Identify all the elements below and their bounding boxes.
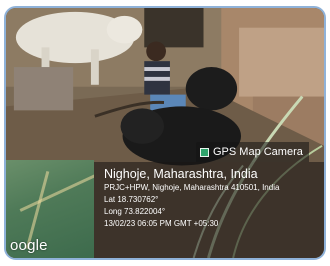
address-line: PRJC+HPW, Nighoje, Maharashtra 410501, I… (104, 183, 280, 192)
gps-map-camera-badge: GPS Map Camera (196, 142, 309, 162)
datetime: 13/02/23 06:05 PM GMT +05:30 (104, 219, 219, 228)
gps-map-camera-icon (200, 147, 209, 157)
badge-label: GPS Map Camera (213, 146, 303, 158)
google-logo: oogle (10, 237, 48, 254)
location-info-panel: Nighoje, Maharashtra, India PRJC+HPW, Ni… (94, 162, 324, 258)
place-name: Nighoje, Maharashtra, India (104, 167, 258, 181)
longitude: Long 73.822004° (104, 207, 166, 216)
map-road (19, 171, 94, 212)
map-thumbnail: oogle (6, 160, 94, 258)
photo-card: oogle GPS Map Camera Nighoje, Maharashtr… (4, 6, 326, 260)
latitude: Lat 18.730762° (104, 195, 159, 204)
